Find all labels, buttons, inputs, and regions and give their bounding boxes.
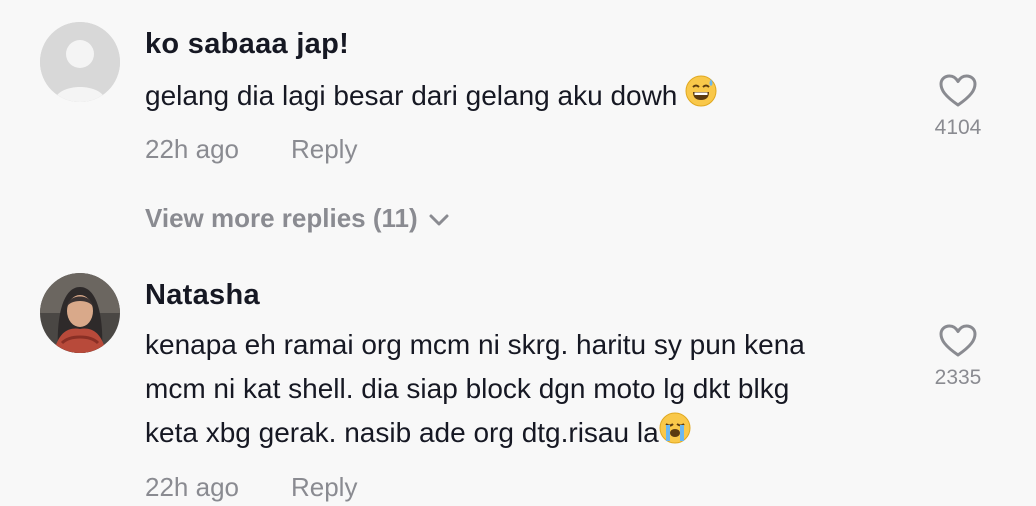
heart-icon xyxy=(939,74,977,107)
like-count: 4104 xyxy=(934,116,982,139)
like-button[interactable]: 4104 xyxy=(918,74,998,140)
avatar[interactable] xyxy=(40,273,120,353)
avatar[interactable] xyxy=(40,22,120,102)
comment-timestamp: 22h ago xyxy=(145,472,239,502)
comment-text: gelang dia lagi besar dari gelang aku do… xyxy=(145,74,905,120)
reply-button[interactable]: Reply xyxy=(291,472,357,502)
comment-meta: 22h ago Reply xyxy=(145,134,357,165)
comment-meta: 22h ago Reply xyxy=(145,472,357,503)
comment-timestamp: 22h ago xyxy=(145,134,239,164)
like-count: 2335 xyxy=(934,366,982,389)
reply-button[interactable]: Reply xyxy=(291,134,357,164)
loudly-crying-face-icon xyxy=(659,412,691,457)
comment-username[interactable]: ko sabaaa jap! xyxy=(145,28,349,61)
comment-username[interactable]: Natasha xyxy=(145,279,260,312)
chevron-down-icon xyxy=(429,214,449,226)
heart-icon xyxy=(939,324,977,357)
like-button[interactable]: 2335 xyxy=(918,324,998,390)
comment-text: kenapa eh ramai org mcm ni skrg. haritu … xyxy=(145,323,905,457)
view-more-label: View more replies (11) xyxy=(145,203,418,233)
user-photo-avatar-icon xyxy=(40,273,120,353)
comment-text-body: kenapa eh ramai org mcm ni skrg. haritu … xyxy=(145,329,805,448)
default-avatar-icon xyxy=(40,22,120,102)
comment-text-body: gelang dia lagi besar dari gelang aku do… xyxy=(145,80,678,111)
grinning-sweat-face-icon xyxy=(685,75,717,120)
view-more-replies-button[interactable]: View more replies (11) xyxy=(145,203,450,234)
